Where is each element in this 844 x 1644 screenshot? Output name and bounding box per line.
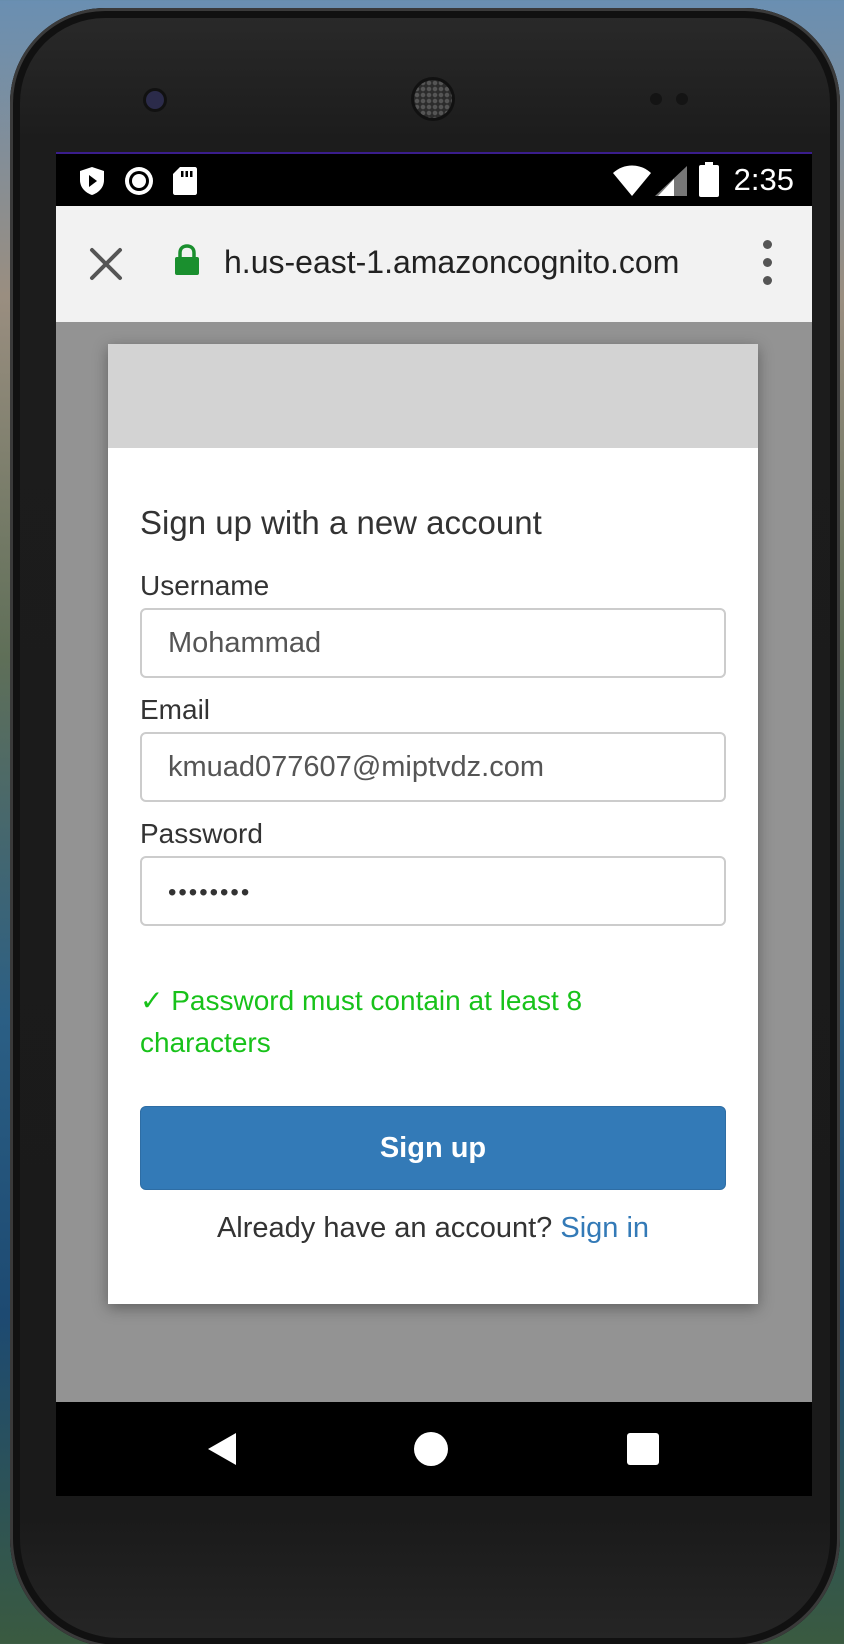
signup-card: Sign up with a new account Username Moha… (108, 344, 758, 1304)
close-icon[interactable] (86, 244, 126, 284)
signin-prompt-text: Already have an account? (216, 1212, 553, 1244)
password-label: Password (140, 818, 263, 849)
page-title: Sign up with a new account (140, 504, 542, 541)
status-bar: 2:35 (56, 152, 812, 206)
email-label: Email (140, 694, 211, 725)
phone-frame: 2:35 h.us-east-1.amazoncognito.com Sign … (10, 8, 840, 1644)
sd-card-icon (173, 167, 197, 195)
username-field[interactable]: Mohammad (140, 608, 726, 678)
proximity-sensor (650, 93, 662, 105)
username-label: Username (140, 570, 270, 601)
password-value: •••••••• (168, 879, 252, 906)
password-requirement-text: Password must contain at least 8 charact… (140, 985, 583, 1058)
more-vert-icon[interactable] (760, 240, 774, 288)
lock-icon (175, 244, 199, 275)
system-nav-bar (56, 1402, 812, 1496)
url-text[interactable]: h.us-east-1.amazoncognito.com (224, 244, 679, 281)
password-field[interactable]: •••••••• (140, 856, 726, 926)
sign-up-button[interactable]: Sign up (140, 1106, 726, 1190)
wifi-icon (613, 165, 651, 196)
email-value: kmuad077607@miptvdz.com (168, 751, 545, 783)
light-sensor (676, 93, 688, 105)
signin-prompt: Already have an account? Sign in (108, 1212, 758, 1245)
browser-url-bar: h.us-east-1.amazoncognito.com (56, 206, 812, 325)
front-camera (146, 91, 164, 109)
email-field[interactable]: kmuad077607@miptvdz.com (140, 732, 726, 802)
card-header-banner (108, 344, 758, 448)
status-time: 2:35 (733, 162, 794, 197)
device-screen: 2:35 h.us-east-1.amazoncognito.com Sign … (56, 152, 812, 1496)
recents-icon[interactable] (627, 1433, 659, 1465)
web-page: Sign up with a new account Username Moha… (56, 322, 812, 1402)
check-icon: ✓ (140, 985, 164, 1016)
shield-icon (80, 167, 104, 195)
password-requirement: ✓ Password must contain at least 8 chara… (140, 980, 700, 1064)
sign-in-link[interactable]: Sign in (560, 1212, 649, 1244)
earpiece-speaker (414, 80, 452, 118)
home-icon[interactable] (414, 1432, 448, 1466)
record-icon (125, 167, 153, 195)
back-icon[interactable] (206, 1432, 238, 1466)
battery-icon (699, 162, 719, 197)
signal-icon (655, 166, 687, 196)
username-value: Mohammad (168, 627, 322, 659)
